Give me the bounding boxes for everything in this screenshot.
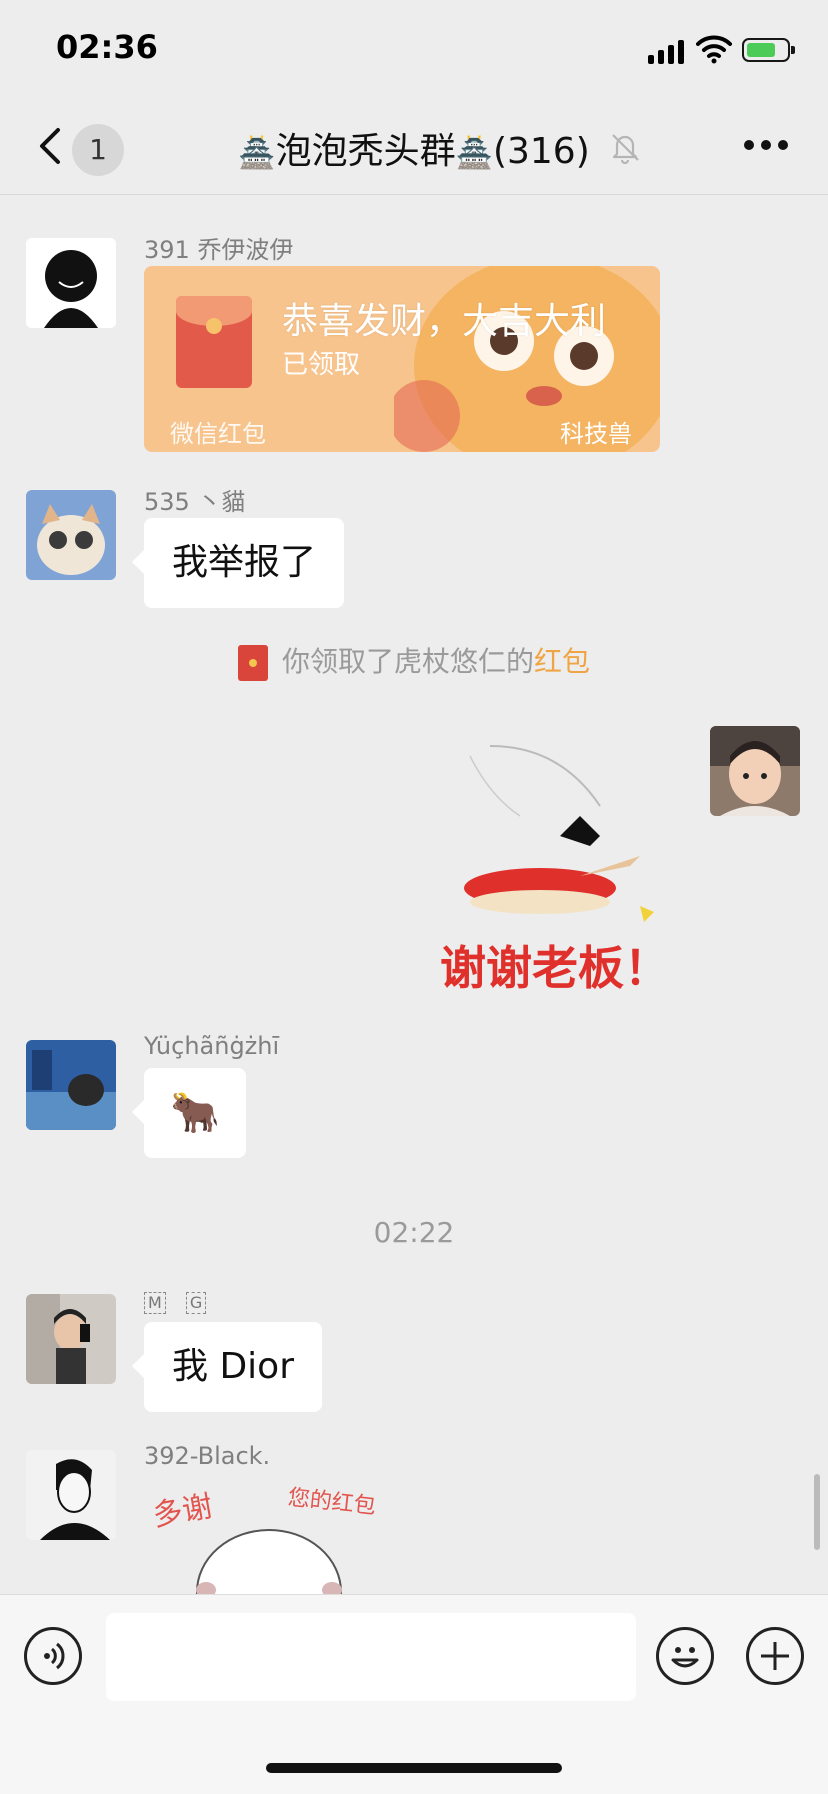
- group-name: 泡泡秃头群: [275, 131, 456, 172]
- red-packet-icon: [237, 645, 268, 681]
- text-message[interactable]: 我举报了: [131, 518, 345, 608]
- red-packet-message[interactable]: 恭喜发财，大吉大利 已领取 微信红包 科技兽: [144, 266, 660, 452]
- status-time: 02:36: [56, 28, 158, 66]
- sender-name: 392-Black.: [144, 1442, 271, 1470]
- member-count: (316): [492, 131, 590, 172]
- my-avatar[interactable]: [710, 726, 800, 816]
- red-packet-tag: 科技兽: [560, 420, 632, 448]
- thanks-red-packet-sticker[interactable]: 多谢 您的红包: [144, 1478, 414, 1594]
- thanks-boss-sticker[interactable]: 谢谢老板！: [430, 736, 692, 1006]
- sender-name: 391 乔伊波伊: [144, 236, 294, 264]
- sender-name: Yüçhãñġżhī: [144, 1032, 280, 1060]
- signal-icon: [648, 38, 688, 64]
- message-input[interactable]: [106, 1613, 636, 1701]
- sender-name: 535 丶貓: [144, 488, 246, 516]
- home-indicator[interactable]: [266, 1763, 562, 1773]
- emoji-icon[interactable]: [656, 1627, 714, 1685]
- red-packet-title: 恭喜发财，大吉大利: [282, 301, 607, 342]
- avatar[interactable]: [26, 1294, 116, 1384]
- avatar[interactable]: [26, 1450, 116, 1540]
- red-packet-status: 已领取: [282, 350, 361, 380]
- avatar[interactable]: [26, 1040, 116, 1130]
- sender-tags: MG: [144, 1286, 226, 1314]
- emoji-message[interactable]: 🐂: [132, 1068, 246, 1158]
- avatar[interactable]: [26, 490, 116, 580]
- sticker-figure: [464, 745, 654, 922]
- scrollbar[interactable]: [814, 1474, 820, 1550]
- input-bar: [0, 1594, 828, 1794]
- sticker-face: [196, 1529, 342, 1594]
- battery-icon: [742, 38, 795, 62]
- sender-tag: M: [144, 1292, 166, 1314]
- wifi-icon: [696, 35, 732, 64]
- mute-bell-icon: [612, 134, 639, 164]
- red-envelope-icon: [176, 296, 252, 388]
- text-message[interactable]: 我 Dior: [132, 1322, 322, 1412]
- voice-icon[interactable]: [24, 1627, 82, 1685]
- sticker-text: 您的红包: [286, 1485, 377, 1520]
- sender-tag: G: [185, 1292, 207, 1314]
- more-options-icon[interactable]: [744, 140, 788, 152]
- sticker-caption: 谢谢老板！: [440, 941, 670, 995]
- system-notice-text: 你领取了虎杖悠仁的: [281, 645, 534, 678]
- message-timestamp: 02:22: [373, 1216, 455, 1249]
- red-packet-link[interactable]: 红包: [534, 645, 590, 678]
- plus-icon[interactable]: [746, 1627, 804, 1685]
- red-packet-footer: 微信红包: [170, 420, 266, 448]
- chat-header: 1 🏯泡泡秃头群🏯(316): [0, 100, 828, 195]
- avatar[interactable]: [26, 238, 116, 328]
- castle-emoji: 🏯: [455, 136, 493, 171]
- chat-title[interactable]: 🏯泡泡秃头群🏯(316): [0, 122, 828, 174]
- system-notice: 你领取了虎杖悠仁的红包: [0, 640, 828, 681]
- status-bar: 02:36: [0, 0, 828, 100]
- castle-emoji: 🏯: [238, 136, 276, 171]
